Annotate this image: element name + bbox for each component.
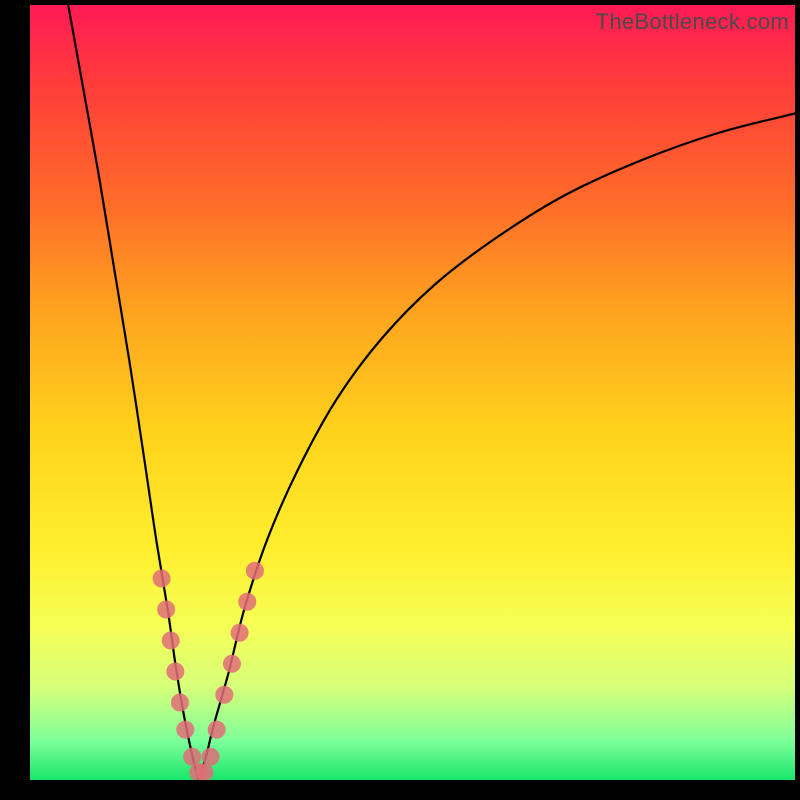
marker-point [166,663,184,681]
marker-point [153,570,171,588]
marker-point [238,593,256,611]
marker-point [176,721,194,739]
chart-frame: TheBottleneck.com [0,0,800,800]
curve-right-branch [198,114,795,781]
marker-point [246,562,264,580]
marker-point [202,748,220,766]
plot-area: TheBottleneck.com [30,5,795,780]
marker-point [215,686,233,704]
marker-point [208,721,226,739]
marker-point [231,624,249,642]
marker-point [223,655,241,673]
marker-point [157,601,175,619]
marker-point [171,694,189,712]
marker-point [183,748,201,766]
marker-point [162,632,180,650]
curve-layer [30,5,795,780]
